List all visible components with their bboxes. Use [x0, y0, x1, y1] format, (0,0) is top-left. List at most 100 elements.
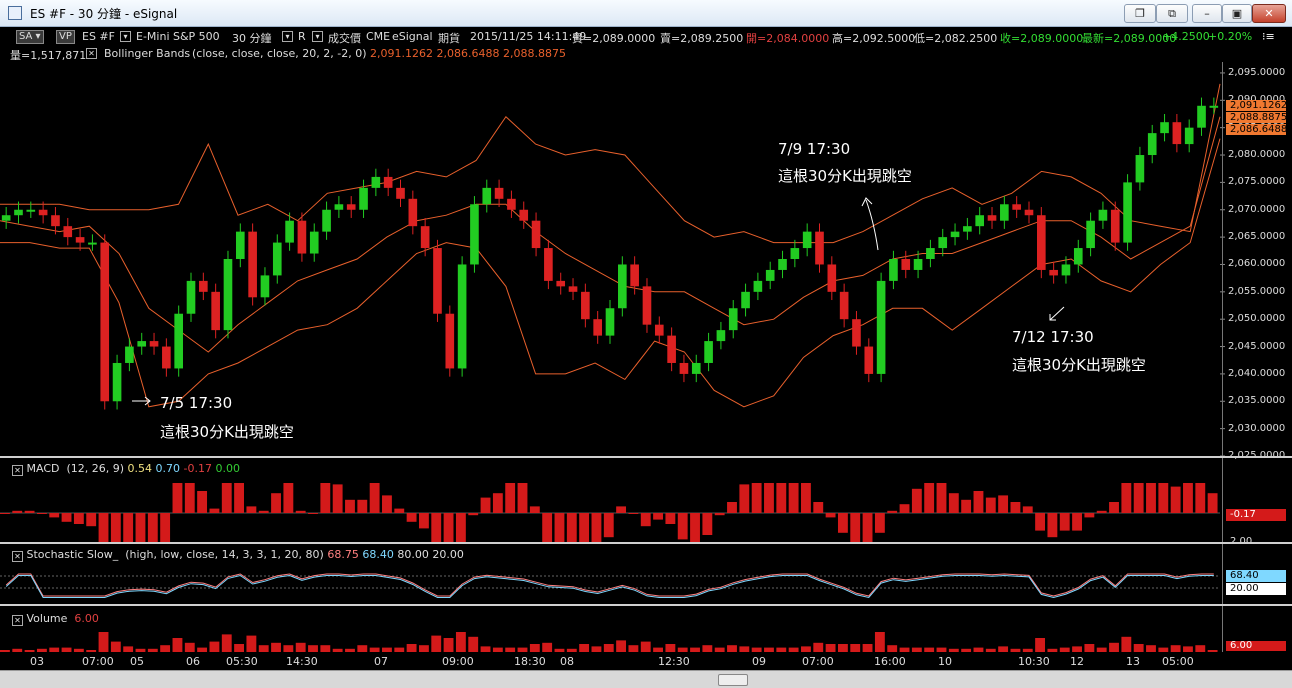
- stoch-tag-2: 20.00: [1226, 583, 1286, 595]
- macd-bar: [431, 513, 442, 542]
- bid-price: 買=2,089.0000: [572, 32, 656, 45]
- remove-bollinger-icon[interactable]: ✕: [86, 48, 97, 59]
- volume-chart[interactable]: [0, 606, 1292, 652]
- close-button[interactable]: ✕: [1252, 4, 1286, 23]
- macd-bar: [197, 491, 208, 513]
- macd-bar: [1072, 513, 1082, 531]
- macd-bar: [123, 513, 134, 542]
- time-axis-label: 06: [186, 655, 200, 668]
- maximize-button[interactable]: ▣: [1222, 4, 1252, 23]
- candle-body: [408, 198, 418, 227]
- macd-bar: [234, 483, 244, 513]
- horizontal-scrollbar[interactable]: [0, 670, 1292, 688]
- candle-body: [1073, 248, 1083, 265]
- r-label: R: [298, 30, 306, 43]
- price-kind: 成交價: [328, 32, 361, 45]
- macd-bar: [271, 493, 281, 513]
- interval-dropdown-icon[interactable]: ▾: [282, 31, 293, 42]
- time-axis-label: 05:00: [1162, 655, 1194, 668]
- remove-stoch-icon[interactable]: ✕: [12, 551, 23, 562]
- stoch-params: (high, low, close, 14, 3, 3, 1, 20, 80): [125, 548, 324, 561]
- candle-body: [975, 215, 985, 227]
- candle-body: [199, 280, 208, 292]
- time-axis: 03 07:00 05 06 05:30 14:30 07 09:00 18:30 08 12:30…: [0, 652, 1292, 670]
- app-icon: [8, 6, 22, 20]
- annotation-0712-text: 這根30分K出現跳空: [1012, 356, 1146, 374]
- volume-bar: [616, 640, 627, 652]
- bollinger-name: Bollinger Bands: [104, 47, 191, 60]
- macd-bar: [653, 513, 663, 520]
- candle-body: [852, 319, 861, 347]
- candle-body: [125, 346, 134, 363]
- candle-body: [544, 248, 553, 281]
- candle-body: [1160, 122, 1169, 134]
- volume-bar: [1035, 638, 1046, 652]
- volume-bar: [357, 645, 368, 652]
- vp-button[interactable]: VP: [56, 30, 75, 44]
- candle-body: [987, 215, 997, 221]
- link-button[interactable]: ⧉: [1156, 4, 1188, 23]
- restore-layout-button[interactable]: ❐: [1124, 4, 1156, 23]
- time-axis-label: 08: [560, 655, 574, 668]
- macd-bar: [1022, 506, 1033, 513]
- minimize-button[interactable]: –: [1192, 4, 1222, 23]
- stoch-value-3: 80.00: [397, 548, 429, 561]
- volume-bar: [110, 641, 121, 652]
- macd-value-1: 0.54: [127, 462, 153, 475]
- candle-body: [618, 264, 627, 309]
- high-price: 高=2,092.5000: [832, 32, 916, 45]
- volume-bar: [837, 644, 848, 652]
- annotation-0709-date: 7/9 17:30: [778, 140, 851, 158]
- symbol-info-bar: SA ▾ VP ES #F ▾ E-Mini S&P 500 30 分鐘 ▾ R…: [0, 28, 1292, 46]
- time-axis-label: 05: [130, 655, 144, 668]
- macd-bar: [825, 513, 836, 518]
- volume-bar: [418, 645, 429, 652]
- macd-bar: [73, 513, 84, 524]
- panel-menu-icon[interactable]: ⁝≡: [1262, 30, 1275, 43]
- candle-body: [445, 313, 455, 369]
- volume-bar: [221, 634, 232, 652]
- volume-bar: [160, 645, 171, 652]
- remove-macd-icon[interactable]: ✕: [12, 465, 23, 476]
- annotation-0709-text: 這根30分K出現跳空: [778, 167, 912, 185]
- candle-body: [765, 269, 775, 281]
- exchange: CME: [366, 30, 391, 43]
- macd-bar: [801, 483, 811, 513]
- stoch-value-1: 68.75: [327, 548, 359, 561]
- macd-bar: [948, 493, 959, 513]
- candle-body: [420, 226, 430, 249]
- price-axis-label: 2,060.0000: [1228, 258, 1286, 270]
- candle-body: [950, 231, 960, 238]
- candle-body: [75, 237, 85, 243]
- volume-bar: [850, 644, 861, 652]
- candle-body: [1147, 133, 1157, 156]
- symbol-dropdown-icon[interactable]: ▾: [120, 31, 131, 42]
- scrollbar-thumb[interactable]: [718, 674, 748, 686]
- time-axis-label: 18:30: [514, 655, 546, 668]
- volume-bar: [431, 635, 442, 652]
- remove-volume-icon[interactable]: ✕: [12, 615, 23, 626]
- price-axis-label: 2,055.0000: [1228, 285, 1286, 297]
- macd-bar: [677, 513, 688, 540]
- volume-bar: [542, 642, 553, 652]
- macd-bar: [184, 483, 195, 513]
- r-dropdown-icon[interactable]: ▾: [312, 31, 323, 42]
- macd-bar: [837, 513, 848, 533]
- candle-body: [1123, 182, 1132, 243]
- candle-body: [1110, 209, 1120, 243]
- candle-body: [322, 209, 331, 232]
- macd-params: (12, 26, 9): [66, 462, 125, 475]
- candle-body: [211, 291, 220, 331]
- candle-body: [741, 291, 750, 309]
- macd-bar: [788, 483, 799, 513]
- volume-bar: [1121, 636, 1132, 652]
- macd-bar: [874, 513, 885, 533]
- volume-bar: [825, 644, 836, 652]
- volume-bar: [862, 644, 873, 652]
- bb-upper-tag: 2,091.1262: [1226, 100, 1287, 111]
- macd-bar: [86, 513, 97, 527]
- macd-bar: [382, 495, 392, 513]
- macd-bar: [911, 488, 922, 513]
- sa-button[interactable]: SA ▾: [16, 30, 44, 44]
- stoch-tag-1: 68.40: [1226, 570, 1286, 582]
